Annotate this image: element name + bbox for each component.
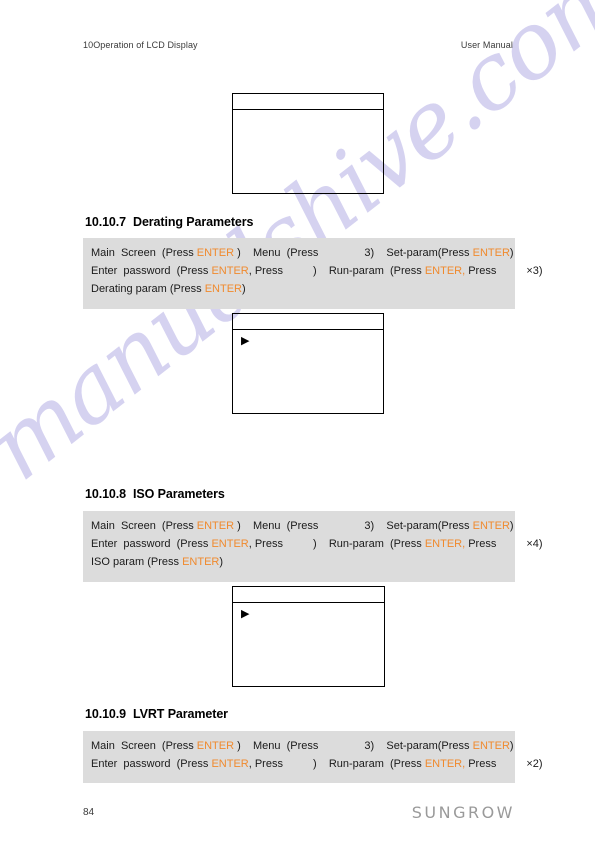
header-document-title: User Manual [460, 40, 513, 50]
enter-key-label: ENTER, [424, 538, 466, 550]
enter-key-label: ENTER [472, 247, 510, 259]
lcd-body [233, 110, 383, 193]
lcd-titlebar [233, 314, 383, 330]
nav-path-line: Derating param (Press ENTER) [91, 280, 507, 298]
nav-path-text: ×3) [526, 265, 543, 277]
section-heading-iso: 10.10.8 ISO Parameters [85, 487, 225, 501]
nav-path-text: ) Run-param (Press [312, 538, 425, 550]
lcd-display-top [232, 93, 384, 194]
nav-path-panel-iso: Main Screen (Press ENTER ) Menu (Press 3)… [83, 511, 543, 582]
enter-key-label: ENTER, [424, 265, 466, 277]
lcd-body: ▶ [233, 603, 384, 686]
nav-path-text: ) [509, 520, 514, 532]
enter-key-label: ENTER [472, 520, 510, 532]
nav-path-line: Main Screen (Press ENTER ) Menu (Press 3)… [91, 737, 514, 755]
nav-path-text: 3) Set-param(Press [364, 247, 473, 259]
nav-path-text: ) Menu (Press [234, 740, 319, 752]
enter-key-label: ENTER [472, 740, 510, 752]
page-footer: 84 SUNGROW [83, 803, 515, 822]
lcd-body: ▶ [233, 330, 383, 413]
section-title: ISO Parameters [133, 487, 225, 501]
nav-path-text: Press [465, 538, 497, 550]
nav-path-text: Press [465, 758, 497, 770]
nav-path-line: Main Screen (Press ENTER ) Menu (Press 3)… [91, 244, 514, 262]
enter-key-label: ENTER [211, 538, 249, 550]
section-heading-derating: 10.10.7 Derating Parameters [85, 215, 254, 229]
lcd-titlebar [233, 94, 383, 110]
nav-path-text: Enter password (Press [91, 538, 212, 550]
enter-key-label: ENTER [196, 247, 235, 259]
section-number: 10.10.8 [85, 487, 127, 501]
nav-path-panel-lvrt: Main Screen (Press ENTER ) Menu (Press 3)… [83, 731, 543, 783]
lcd-display-iso: ▶ [232, 586, 385, 687]
enter-key-label: ENTER [211, 758, 249, 770]
nav-path-line: Enter password (Press ENTER, Press ) Run-… [91, 262, 543, 280]
nav-path-text: ) Menu (Press [234, 247, 319, 259]
enter-key-label: ENTER, [424, 758, 466, 770]
nav-path-text: ×4) [526, 538, 543, 550]
section-number: 10.10.7 [85, 215, 127, 229]
sungrow-logo: SUNGROW [411, 803, 515, 822]
nav-path-text: ) [509, 740, 514, 752]
lcd-titlebar [233, 587, 384, 603]
nav-path-line: ISO param (Press ENTER) [91, 553, 507, 571]
nav-path-text: ) Run-param (Press [312, 758, 425, 770]
nav-path-text: Press [465, 265, 497, 277]
section-title: Derating Parameters [133, 215, 254, 229]
nav-path-text: , Press [248, 758, 283, 770]
lcd-cursor-icon: ▶ [241, 335, 250, 347]
manual-page: manualshive.com 10Operation of LCD Displ… [0, 0, 595, 863]
header-chapter-title: 10Operation of LCD Display [83, 40, 198, 50]
nav-path-text: Derating param (Press [91, 283, 205, 295]
section-heading-lvrt: 10.10.9 LVRT Parameter [85, 707, 228, 721]
nav-path-line: Main Screen (Press ENTER ) Menu (Press 3)… [91, 517, 514, 535]
nav-path-text: Enter password (Press [91, 265, 212, 277]
nav-path-panel-derating: Main Screen (Press ENTER ) Menu (Press 3)… [83, 238, 543, 309]
nav-path-text: Main Screen (Press [91, 247, 197, 259]
nav-path-text: Main Screen (Press [91, 740, 197, 752]
nav-path-text: 3) Set-param(Press [364, 740, 473, 752]
enter-key-label: ENTER [196, 520, 235, 532]
nav-path-text: ) Menu (Press [234, 520, 319, 532]
nav-path-text: , Press [248, 265, 283, 277]
section-number: 10.10.9 [85, 707, 127, 721]
lcd-cursor-icon: ▶ [241, 608, 250, 620]
lcd-display-derating: ▶ [232, 313, 384, 414]
page-content: 10.10.7 Derating Parameters Main Screen (… [0, 0, 595, 863]
nav-path-text: Main Screen (Press [91, 520, 197, 532]
enter-key-label: ENTER [196, 740, 235, 752]
enter-key-label: ENTER [211, 265, 249, 277]
nav-path-text: 3) Set-param(Press [364, 520, 473, 532]
section-title: LVRT Parameter [133, 707, 228, 721]
nav-path-text: ) [242, 283, 246, 295]
nav-path-text: ) [509, 247, 514, 259]
nav-path-text: Enter password (Press [91, 758, 212, 770]
nav-path-line: Enter password (Press ENTER, Press ) Run-… [91, 755, 543, 773]
enter-key-label: ENTER [182, 556, 220, 568]
nav-path-line: Enter password (Press ENTER, Press ) Run-… [91, 535, 543, 553]
page-header: 10Operation of LCD Display User Manual [83, 40, 513, 50]
enter-key-label: ENTER [204, 283, 242, 295]
nav-path-text: ) Run-param (Press [312, 265, 425, 277]
nav-path-text: ISO param (Press [91, 556, 183, 568]
nav-path-text: ) [219, 556, 224, 568]
nav-path-text: ×2) [526, 758, 543, 770]
nav-path-text: , Press [248, 538, 283, 550]
page-number: 84 [83, 807, 95, 818]
